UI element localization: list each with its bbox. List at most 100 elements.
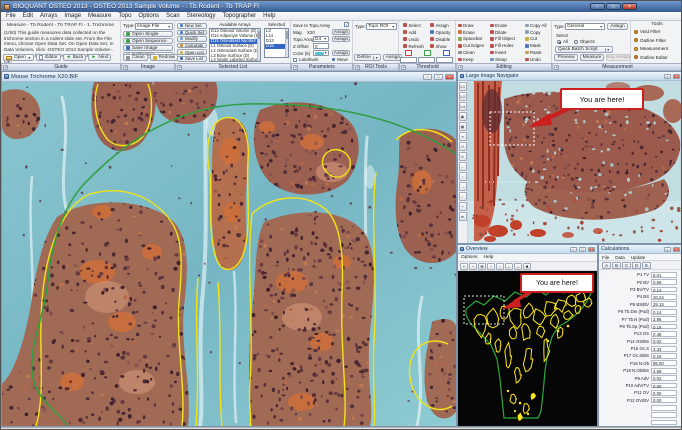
guide-open-button[interactable]: Open▼ [3,54,34,61]
overview-maximize-button[interactable]: □ [579,247,586,252]
roi-type-select[interactable]: Topo ROI▼ [366,23,397,30]
tool-item[interactable]: Measurement [634,46,668,51]
color-select[interactable]: ▼ [313,50,329,56]
tool-item[interactable]: Outline Filter [634,38,668,43]
minimize-button[interactable]: − [590,3,605,10]
clean-button[interactable]: Clean [123,54,148,61]
guide-next-button[interactable]: ►Next [88,54,111,61]
define-button[interactable]: Define▼ [354,54,381,61]
threshold-button[interactable]: Undo [400,36,426,42]
section-collapse-button[interactable]: ◂ [554,65,559,70]
calculations-pin-button[interactable]: ▪ [664,247,671,252]
editing-button[interactable]: Copy [525,29,553,36]
editing-button[interactable]: Cut Edges [458,42,489,49]
rotate-right-icon[interactable]: ↻ [459,152,467,161]
calculations-menu-item[interactable]: Update [631,255,646,260]
navigator-close-button[interactable]: × [673,74,680,79]
red-channel-box[interactable] [405,50,412,56]
stop-icon[interactable]: ■ [523,263,531,270]
trichrome-histology-image[interactable] [2,82,456,426]
zoom-1-1-icon[interactable]: 1:1 [459,82,467,91]
editing-button[interactable]: Mask [525,42,553,49]
calculations-tab[interactable]: E [642,262,651,269]
menu-item[interactable]: File [6,13,16,19]
window-close-button[interactable]: × [445,74,454,80]
overview-trace-canvas[interactable] [458,271,597,426]
quick-batch-button[interactable]: Quick Batch Script▼ [555,46,613,53]
menu-item[interactable]: Arrays [40,13,57,19]
hand-icon[interactable]: ⊕ [459,212,467,221]
menu-item[interactable]: Help [263,13,275,19]
navigator-pin-button[interactable]: ▪ [664,74,671,79]
menu-item[interactable]: Topographer [222,13,256,19]
topo-assign-button[interactable]: Assign [332,36,350,42]
mag-assign-button[interactable]: Assign [332,29,350,35]
list-button[interactable]: Calculate [177,43,207,49]
editing-button[interactable]: Copy All [525,22,553,29]
pan-down-icon[interactable]: ↓ [459,192,467,201]
calculations-tab[interactable]: C [622,262,631,269]
zoom-1-2-icon[interactable]: 1:2 [459,92,467,101]
calculations-menu-item[interactable]: File [602,255,609,260]
scrollbar[interactable] [257,29,260,61]
select-region-icon[interactable]: ▣ [459,112,467,121]
threshold-button[interactable]: Disable [427,36,455,42]
preview-button[interactable]: Preview [554,54,578,61]
window-maximize-button[interactable]: □ [434,74,443,80]
menu-item[interactable]: Image [64,13,81,19]
section-collapse-button[interactable]: ◂ [355,65,360,70]
grid-icon[interactable]: ▦ [459,122,467,131]
section-collapse-button[interactable]: ◂ [3,65,8,70]
color-assign-button[interactable]: Assign [332,50,350,56]
section-collapse-button[interactable]: ◂ [401,65,406,70]
list-button[interactable]: Modify [177,36,207,42]
editing-button[interactable]: Spacebar [458,36,489,43]
redraw-button[interactable]: Redraw [150,54,179,61]
image-type-select[interactable]: Image File▼ [135,23,173,30]
editing-button[interactable]: Keep [458,56,489,63]
section-collapse-button[interactable]: ◂ [123,65,128,70]
center-icon[interactable]: ⊕ [478,263,486,270]
threshold-button[interactable]: Show [427,43,455,49]
editing-button[interactable]: Draw [458,22,489,29]
available-arrays-list[interactable]: D13 Osteoid Volume (D)D14 Adipocyte Volu… [209,28,261,62]
threshold-button[interactable]: Refresh [400,43,426,49]
list-button[interactable]: Quick Set [177,30,207,36]
editing-button[interactable]: Erase [458,29,489,36]
window-minimize-button[interactable]: − [423,74,432,80]
selected-arrays-list[interactable]: L3L14D13D15 [264,28,289,58]
editing-button[interactable]: Dilate [490,29,524,36]
zoom-1-4-icon[interactable]: 1:4 [459,102,467,111]
image-button[interactable]: Open Sequence [123,38,173,44]
pan-right-icon[interactable]: → [459,182,467,191]
close-button[interactable]: × [622,3,637,10]
editing-button[interactable]: Clean [458,49,489,56]
blue-channel-box[interactable] [443,50,450,56]
calculations-tab[interactable]: A [602,262,611,269]
save-topo-checkbox[interactable]: ✓ [344,22,349,27]
pan-left-icon[interactable]: ← [505,263,513,270]
tool-item[interactable]: Outline Editor [634,55,668,60]
menu-item[interactable]: Measure [88,13,111,19]
pan-down-icon[interactable]: ↓ [496,263,504,270]
rotate-left-icon[interactable]: ↺ [459,142,467,151]
threshold-button[interactable]: Opacity [427,29,455,35]
crosshair-icon[interactable]: + [459,202,467,211]
menu-item[interactable]: Topo [118,13,131,19]
menu-item[interactable]: Scan [166,13,180,19]
zoom-in-icon[interactable]: + [460,263,468,270]
editing-button[interactable]: Cut [525,36,553,43]
overview-title-bar[interactable]: Overview − □ × [458,245,597,254]
measure-button[interactable]: Measure [580,54,604,61]
app-title-bar[interactable]: BIOQUANT OSTEO 2013 - OSTEO 2013 Sample … [1,1,682,12]
radio-all[interactable] [557,40,561,44]
calculations-tab[interactable]: B [612,262,621,269]
guide-back-button[interactable]: ◄Back [63,54,87,61]
z-offset-input[interactable]: 0 [313,43,329,49]
overview-minimize-button[interactable]: − [570,247,577,252]
meas-type-select[interactable]: General▼ [565,23,605,30]
guide-editor-button[interactable]: Editor [36,54,61,61]
editing-button[interactable]: Invert [490,49,524,56]
menu-item[interactable]: Options [138,13,159,19]
image-button[interactable]: Open Single [123,31,173,37]
